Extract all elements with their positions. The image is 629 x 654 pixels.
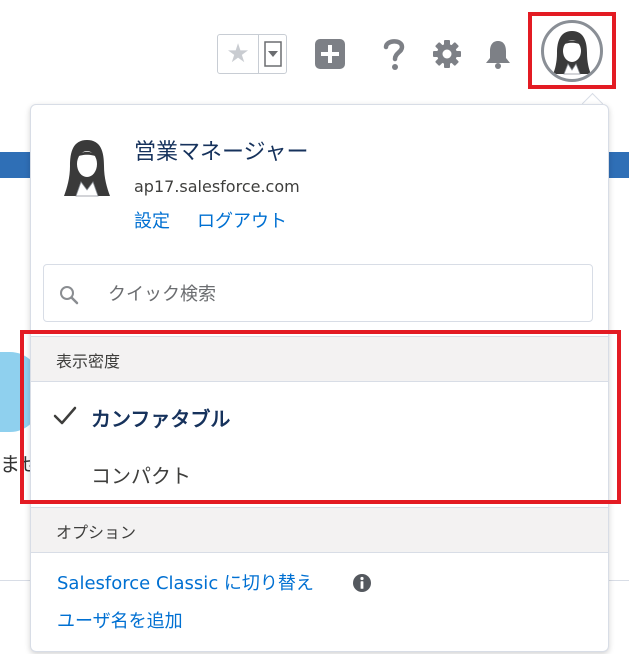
user-avatar-icon [64,140,110,197]
settings-link[interactable]: 設定 [134,207,170,233]
profile-name[interactable]: 営業マネージャー [134,134,308,166]
bell-icon [486,41,510,69]
quick-search-box[interactable] [43,264,593,322]
options-section-title: オプション [56,523,137,542]
options-section-header: オプション [31,507,608,553]
gear-icon [433,40,461,68]
density-option-comfortable[interactable]: カンファタブル [31,389,608,443]
global-create-button[interactable] [310,34,350,74]
switch-to-classic-link[interactable]: Salesforce Classic に切り替え [57,569,314,595]
density-section-title: 表示密度 [56,352,121,371]
chevron-down-icon [263,41,282,67]
notifications-button[interactable] [478,34,518,74]
setup-button[interactable] [427,34,467,74]
user-avatar-button[interactable] [528,12,616,89]
global-header: ★ [0,0,629,105]
favorites-group: ★ [217,34,287,74]
avatar [541,19,603,82]
density-option-label: カンファタブル [91,407,231,431]
logout-link[interactable]: ログアウト [197,207,287,233]
favorites-dropdown-button[interactable] [259,35,286,73]
user-avatar-icon [553,30,591,74]
star-icon[interactable]: ★ [218,35,259,73]
help-button[interactable] [374,34,414,74]
info-icon[interactable] [352,573,372,593]
profile-domain: ap17.salesforce.com [134,177,300,196]
profile-avatar [58,136,116,198]
add-username-link[interactable]: ユーザ名を追加 [57,607,183,633]
background-banner-right [608,152,629,178]
quick-search-input[interactable] [106,275,580,313]
question-icon [383,39,405,70]
search-icon [60,286,79,305]
check-icon [53,406,77,425]
density-section-header: 表示密度 [31,336,608,382]
density-option-label: コンパクト [91,464,191,488]
density-option-compact[interactable]: コンパクト [31,446,608,500]
plus-icon [315,39,345,69]
